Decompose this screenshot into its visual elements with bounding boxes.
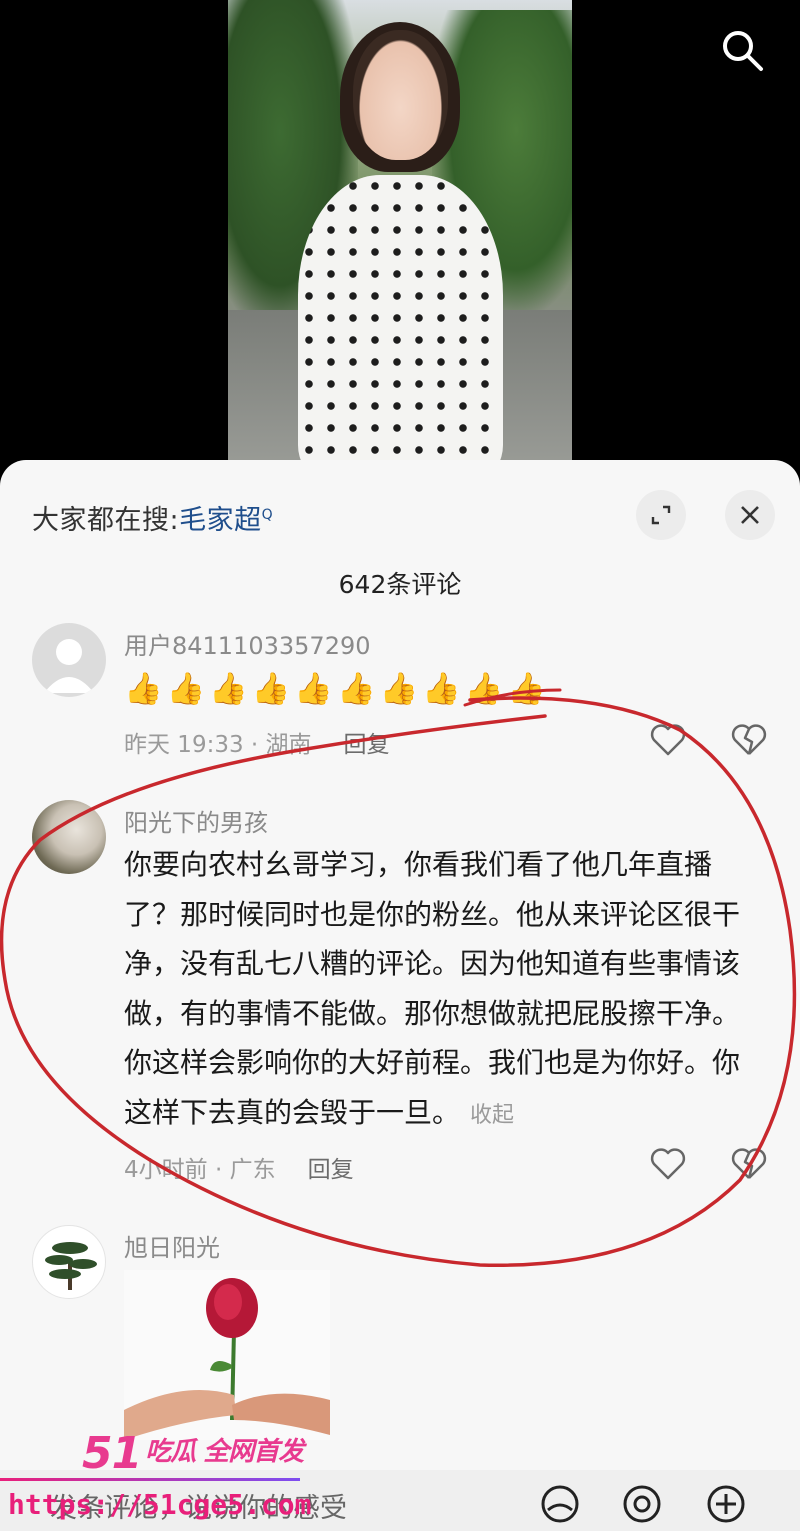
heart-icon[interactable] xyxy=(648,1144,688,1184)
comment-input-bar[interactable]: 发条评论，说说你的感受 xyxy=(0,1470,800,1531)
comment-body: 你要向农村幺哥学习，你看我们看了他几年直播了？那时候同时也是你的粉丝。他从来评论… xyxy=(124,848,741,1129)
close-icon xyxy=(741,506,759,524)
comment-meta: 4小时前 · 广东 回复 xyxy=(124,1150,354,1184)
add-icon[interactable] xyxy=(704,1482,748,1526)
comment-count: 642条评论 xyxy=(338,570,462,599)
heart-icon[interactable] xyxy=(648,720,688,760)
person-face xyxy=(353,30,448,160)
expand-button[interactable] xyxy=(636,490,686,540)
close-button[interactable] xyxy=(725,490,775,540)
hot-search-icon: Q xyxy=(261,507,274,523)
comment-username[interactable]: 用户8411103357290 xyxy=(124,626,371,661)
comment-text: 你要向农村幺哥学习，你看我们看了他几年直播了？那时候同时也是你的粉丝。他从来评论… xyxy=(124,840,764,1140)
comment-time-location: 昨天 19:33 · 湖南 xyxy=(124,732,312,758)
reply-button[interactable]: 回复 xyxy=(308,1157,354,1183)
comment-panel: 大家都在搜:毛家超Q 642条评论 用户8411103357290 👍👍👍👍👍👍… xyxy=(0,460,800,1531)
comment-username[interactable]: 阳光下的男孩 xyxy=(124,803,268,838)
avatar[interactable] xyxy=(32,1225,106,1299)
broken-heart-icon[interactable] xyxy=(729,1144,769,1184)
hot-search-keyword[interactable]: 毛家超 xyxy=(179,505,262,536)
search-icon[interactable] xyxy=(718,26,766,74)
expand-icon xyxy=(651,505,671,525)
hot-search-prefix: 大家都在搜: xyxy=(32,505,180,536)
collapse-link[interactable]: 收起 xyxy=(470,1103,514,1128)
comment-time-location: 4小时前 · 广东 xyxy=(124,1157,276,1183)
mention-icon[interactable] xyxy=(620,1482,664,1526)
comment-input[interactable]: 发条评论，说说你的感受 xyxy=(50,1486,347,1525)
comment-meta: 昨天 19:33 · 湖南 回复 xyxy=(124,725,390,759)
rose-image[interactable] xyxy=(124,1270,330,1440)
comment-username[interactable]: 旭日阳光 xyxy=(124,1228,220,1263)
video-frame xyxy=(228,0,572,470)
reply-button[interactable]: 回复 xyxy=(344,732,390,758)
image-icon[interactable] xyxy=(538,1482,582,1526)
video-player[interactable] xyxy=(0,0,800,480)
avatar[interactable] xyxy=(32,623,106,697)
avatar[interactable] xyxy=(32,800,106,874)
broken-heart-icon[interactable] xyxy=(729,720,769,760)
polka-dot-dress xyxy=(298,175,503,470)
hot-search-bar[interactable]: 大家都在搜:毛家超Q xyxy=(32,498,273,537)
thumbs-up-emoji-row: 👍👍👍👍👍👍👍👍👍👍 xyxy=(124,671,550,707)
